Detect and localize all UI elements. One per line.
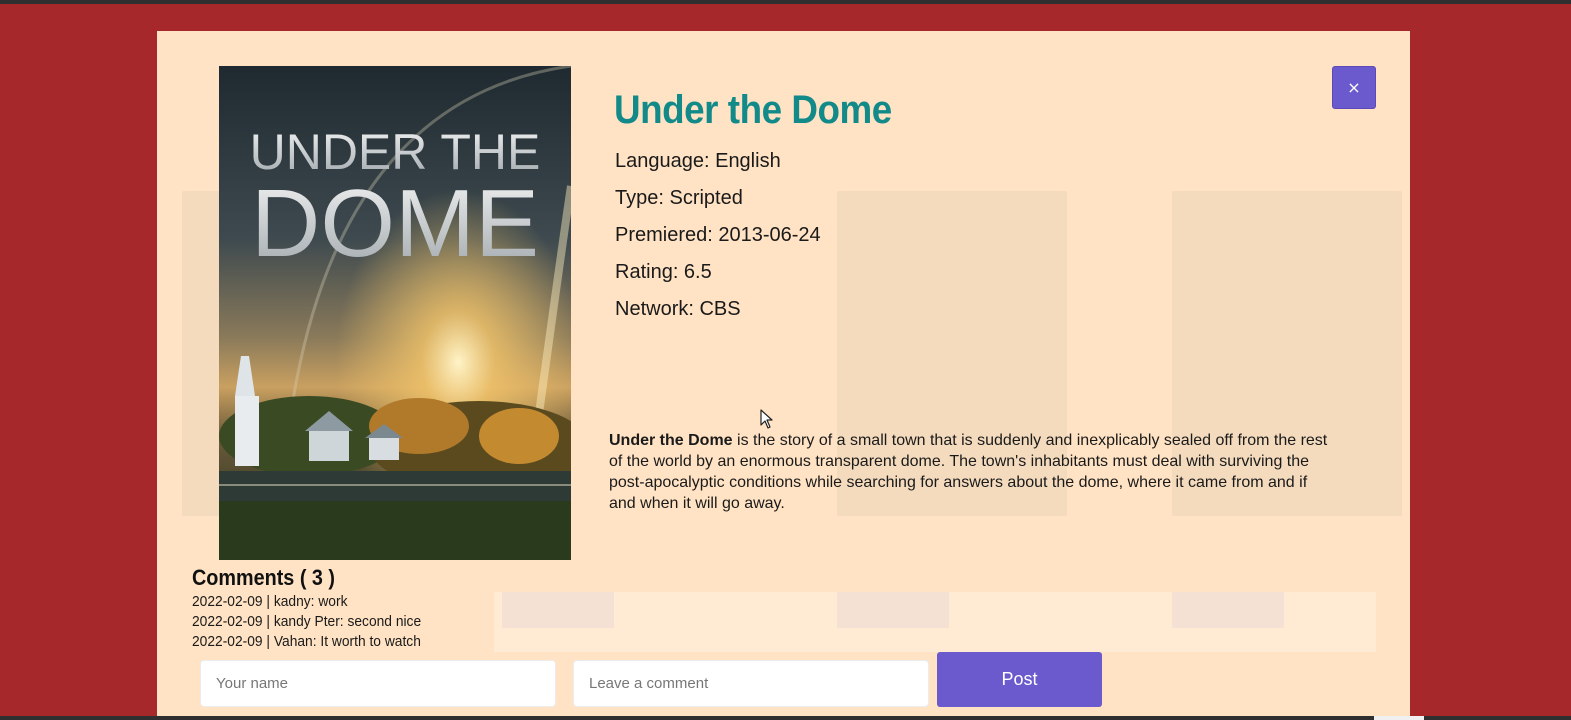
window-bottom-bar bbox=[0, 716, 1571, 720]
show-details-modal: UNDER THE DOME × Under the Dome Language… bbox=[157, 31, 1410, 716]
summary-show-name: Under the Dome bbox=[609, 432, 733, 449]
info-type: Type: Scripted bbox=[615, 187, 743, 209]
info-network: Network: CBS bbox=[615, 298, 741, 320]
show-title: Under the Dome bbox=[614, 88, 892, 132]
info-language: Language: English bbox=[615, 150, 781, 172]
info-rating: Rating: 6.5 bbox=[615, 261, 712, 283]
comment-item: 2022-02-09 | Vahan: It worth to watch bbox=[192, 633, 421, 650]
taskbar-indicator bbox=[1374, 716, 1424, 720]
comment-item: 2022-02-09 | kandy Pter: second nice bbox=[192, 613, 422, 630]
ghost-button bbox=[837, 592, 949, 628]
comments-heading: Comments ( 3 ) bbox=[192, 565, 336, 590]
info-premiered: Premiered: 2013-06-24 bbox=[615, 224, 821, 246]
close-icon: × bbox=[1347, 78, 1361, 97]
comment-input[interactable] bbox=[573, 660, 929, 707]
poster-title-line2: DOME bbox=[251, 170, 539, 277]
ghost-button bbox=[1172, 592, 1284, 628]
window-top-bar bbox=[0, 0, 1571, 4]
close-button[interactable]: × bbox=[1332, 66, 1376, 109]
show-summary: Under the Dome is the story of a small t… bbox=[609, 430, 1331, 514]
mouse-pointer-icon bbox=[760, 409, 773, 429]
post-comment-button[interactable]: Post bbox=[937, 652, 1102, 707]
comment-item: 2022-02-09 | kadny: work bbox=[192, 593, 348, 610]
name-input[interactable] bbox=[200, 660, 556, 707]
show-poster-image: UNDER THE DOME bbox=[219, 66, 571, 560]
ghost-button bbox=[502, 592, 614, 628]
